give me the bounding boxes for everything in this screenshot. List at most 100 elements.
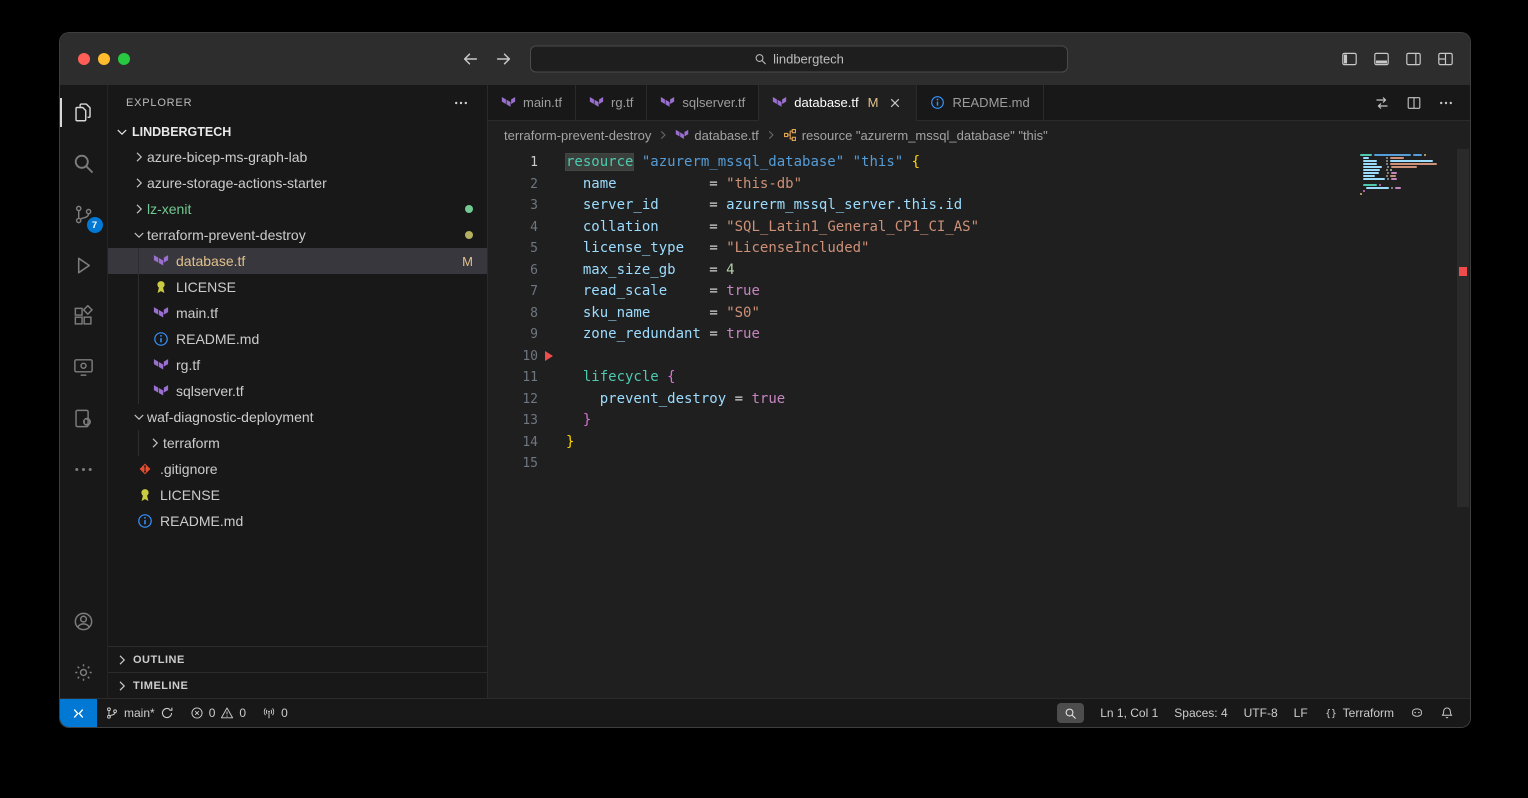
tab-README.md[interactable]: README.md (917, 85, 1043, 120)
overview-ruler-error-mark (1459, 267, 1467, 276)
item-label: database.tf (176, 253, 245, 269)
toggle-secondary-sidebar-icon[interactable] (1405, 51, 1422, 68)
item-label: azure-storage-actions-starter (147, 175, 327, 191)
encoding[interactable]: UTF-8 (1236, 699, 1286, 727)
code-line-5[interactable]: 5 license_type = "LicenseIncluded" (488, 238, 1470, 260)
code-line-7[interactable]: 7 read_scale = true (488, 281, 1470, 303)
activity-account[interactable] (60, 596, 108, 647)
code-line-3[interactable]: 3 server_id = azurerm_mssql_server.this.… (488, 195, 1470, 217)
cursor-position[interactable]: Ln 1, Col 1 (1092, 699, 1166, 727)
code-line-14[interactable]: 14} (488, 432, 1470, 454)
activity-run-debug[interactable] (60, 240, 108, 291)
code-line-9[interactable]: 9 zone_redundant = true (488, 324, 1470, 346)
eol[interactable]: LF (1286, 699, 1316, 727)
activity-search[interactable] (60, 138, 108, 189)
command-center[interactable]: lindbergtech (530, 46, 1068, 73)
tab-database.tf[interactable]: database.tfM (759, 85, 917, 120)
notifications[interactable] (1432, 699, 1462, 727)
breadcrumb-item[interactable]: resource "azurerm_mssql_database" "this" (783, 128, 1048, 143)
customize-layout-icon[interactable] (1437, 51, 1454, 68)
tree-folder-lz-xenit[interactable]: lz-xenit (108, 196, 487, 222)
split-editor-icon[interactable] (1406, 95, 1422, 111)
problems-indicator[interactable]: 00 (182, 699, 254, 727)
editor[interactable]: 1resource "azurerm_mssql_database" "this… (488, 149, 1470, 698)
item-label: azure-bicep-ms-graph-lab (147, 149, 307, 165)
chevron-right-icon (130, 149, 147, 165)
command-center-text: lindbergtech (773, 52, 844, 67)
tab-rg.tf[interactable]: rg.tf (576, 85, 647, 120)
activity-settings-gear[interactable] (60, 647, 108, 698)
arrow-left-button[interactable] (462, 51, 479, 68)
zoom-window-button[interactable] (118, 53, 130, 65)
indentation[interactable]: Spaces: 4 (1166, 699, 1235, 727)
tree-folder-waf-diagnostic-deployment[interactable]: waf-diagnostic-deployment (108, 404, 487, 430)
zoom-indicator[interactable] (1049, 699, 1092, 727)
activity-files[interactable] (60, 87, 108, 138)
section-timeline[interactable]: TIMELINE (108, 672, 487, 698)
line-number: 14 (488, 432, 538, 454)
tree-file-README.md[interactable]: README.md (108, 326, 487, 352)
code-line-1[interactable]: 1resource "azurerm_mssql_database" "this… (488, 152, 1470, 174)
tree-folder-terraform[interactable]: terraform (108, 430, 487, 456)
close-window-button[interactable] (78, 53, 90, 65)
language-mode[interactable]: {}Terraform (1316, 699, 1402, 727)
license-icon (137, 487, 153, 503)
activity-workspace-tools[interactable] (60, 393, 108, 444)
code-line-8[interactable]: 8 sku_name = "S0" (488, 303, 1470, 325)
minimap[interactable] (1360, 154, 1452, 199)
line-text: server_id = azurerm_mssql_server.this.id (538, 195, 962, 217)
line-number: 10 (488, 346, 538, 368)
code-line-11[interactable]: 11 lifecycle { (488, 367, 1470, 389)
copilot[interactable] (1402, 699, 1432, 727)
code-line-10[interactable]: 10 (488, 346, 1470, 368)
breadcrumb-item[interactable]: database.tf (675, 128, 758, 143)
explorer-more-actions[interactable] (453, 95, 469, 111)
scrollbar[interactable] (1456, 149, 1470, 698)
tree-folder-azure-bicep-ms-graph-lab[interactable]: azure-bicep-ms-graph-lab (108, 144, 487, 170)
activity-extensions[interactable] (60, 291, 108, 342)
more-actions-icon[interactable] (1438, 95, 1454, 111)
tree-file-LICENSE[interactable]: LICENSE (108, 274, 487, 300)
remote-indicator[interactable] (60, 699, 97, 727)
tree-file-LICENSE[interactable]: LICENSE (108, 482, 487, 508)
branch-indicator[interactable]: main* (97, 699, 182, 727)
activity-source-control[interactable]: 7 (60, 189, 108, 240)
line-number: 2 (488, 174, 538, 196)
ports-indicator[interactable]: 0 (254, 699, 296, 727)
section-outline[interactable]: OUTLINE (108, 646, 487, 672)
toggle-panel-icon[interactable] (1373, 51, 1390, 68)
activity-more[interactable] (60, 444, 108, 495)
arrow-right-button[interactable] (495, 51, 512, 68)
tree-file-database.tf[interactable]: database.tf M (108, 248, 487, 274)
workspace-root[interactable]: LINDBERGTECH (108, 120, 487, 144)
tab-main.tf[interactable]: main.tf (488, 85, 576, 120)
code-line-15[interactable]: 15 (488, 453, 1470, 475)
code-line-6[interactable]: 6 max_size_gb = 4 (488, 260, 1470, 282)
code-line-4[interactable]: 4 collation = "SQL_Latin1_General_CP1_CI… (488, 217, 1470, 239)
info-icon (930, 95, 945, 110)
terraform-icon (153, 383, 169, 399)
git-modified-badge: M (462, 254, 473, 269)
tab-sqlserver.tf[interactable]: sqlserver.tf (647, 85, 759, 120)
tree-file-rg.tf[interactable]: rg.tf (108, 352, 487, 378)
chevron-right-icon (114, 652, 130, 668)
compare-changes-icon[interactable] (1374, 95, 1390, 111)
breadcrumb-label: resource "azurerm_mssql_database" "this" (802, 128, 1048, 143)
toggle-sidebar-icon[interactable] (1341, 51, 1358, 68)
close-tab-icon[interactable] (887, 95, 903, 111)
activity-remote-explorer[interactable] (60, 342, 108, 393)
code-line-13[interactable]: 13 } (488, 410, 1470, 432)
breadcrumb-item[interactable]: terraform-prevent-destroy (504, 128, 651, 143)
tree-file-main.tf[interactable]: main.tf (108, 300, 487, 326)
code-line-2[interactable]: 2 name = "this-db" (488, 174, 1470, 196)
tree-folder-azure-storage-actions-starter[interactable]: azure-storage-actions-starter (108, 170, 487, 196)
scrollbar-slider[interactable] (1457, 149, 1469, 507)
tree-file-README.md[interactable]: README.md (108, 508, 487, 534)
tab-label: main.tf (523, 95, 562, 110)
code-line-12[interactable]: 12 prevent_destroy = true (488, 389, 1470, 411)
tree-folder-terraform-prevent-destroy[interactable]: terraform-prevent-destroy (108, 222, 487, 248)
minimize-window-button[interactable] (98, 53, 110, 65)
tree-file-.gitignore[interactable]: .gitignore (108, 456, 487, 482)
tree-file-sqlserver.tf[interactable]: sqlserver.tf (108, 378, 487, 404)
line-number: 5 (488, 238, 538, 260)
